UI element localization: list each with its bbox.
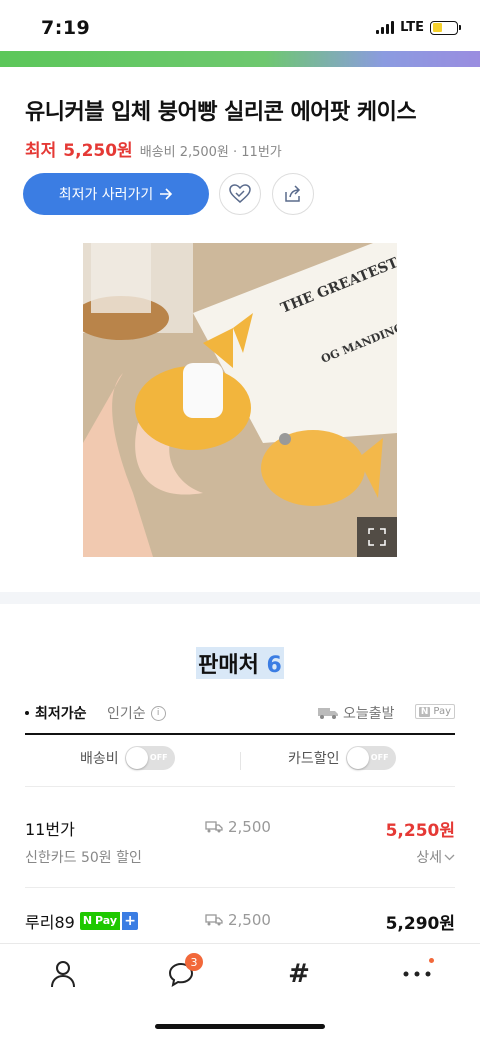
signal-icon: [376, 21, 395, 34]
card-discount-toggle[interactable]: OFF: [345, 746, 396, 770]
price-meta: 배송비 2,500원 · 11번가: [139, 145, 282, 160]
sort-bar: 최저가순 인기순 i 오늘출발 N Pay: [25, 703, 455, 723]
seller-name: 루리89: [25, 913, 75, 932]
price-line: 최저 5,250원 배송비 2,500원 · 11번가: [25, 136, 282, 161]
seller-name: 11번가: [25, 820, 75, 839]
seller-shipping-fee: 2,500: [228, 818, 271, 836]
notification-dot: [429, 958, 434, 963]
sellers-count: 6: [266, 653, 282, 678]
tab-hashtag[interactable]: #: [279, 958, 319, 990]
sort-divider: [25, 733, 455, 735]
tab-more[interactable]: [397, 958, 437, 990]
share-icon: [285, 185, 301, 202]
expand-image-button[interactable]: [357, 517, 397, 557]
today-ship-label: 오늘출발: [343, 706, 395, 722]
more-dots-icon: [403, 971, 431, 977]
chat-badge: 3: [185, 953, 203, 971]
seller-row[interactable]: 루리89 N Pay + 2,500 5,290원: [25, 909, 455, 943]
product-photo: THE GREATEST SALESMAN IN THE WORLD OG MA…: [83, 243, 397, 557]
truck-icon: [205, 821, 223, 833]
wishlist-button[interactable]: [219, 173, 261, 215]
arrow-right-icon: [160, 188, 173, 200]
sort-popular-label: 인기순: [107, 706, 146, 722]
filter-row: 배송비 OFF 카드할인 OFF: [25, 746, 455, 776]
tab-chat[interactable]: 3: [161, 953, 203, 990]
buy-lowest-button[interactable]: 최저가 사러가기: [23, 173, 209, 215]
filter-divider: [25, 786, 455, 787]
section-divider: [0, 592, 480, 604]
tab-profile[interactable]: [43, 958, 83, 990]
product-title: 유니커블 입체 붕어빵 실리콘 에어팟 케이스: [25, 100, 417, 125]
status-icons: LTE: [376, 20, 461, 35]
status-bar: 7:19 LTE: [0, 0, 480, 54]
seller-price: 5,250원: [385, 821, 455, 841]
shipping-toggle[interactable]: OFF: [124, 746, 175, 770]
card-discount-filter: 카드할인 OFF: [288, 746, 396, 770]
seller-card-discount: 신한카드 50원 할인: [25, 850, 142, 866]
seller-price: 5,290원: [385, 914, 455, 934]
npay-chip-text: Pay: [433, 706, 451, 717]
product-image[interactable]: THE GREATEST SALESMAN IN THE WORLD OG MA…: [83, 243, 397, 557]
lowest-price-value: 5,250원: [63, 141, 133, 161]
lowest-price-label: 최저: [25, 141, 57, 161]
npay-filter[interactable]: N Pay: [414, 704, 455, 719]
truck-icon: [318, 708, 338, 719]
sort-lowest-label: 최저가순: [35, 706, 87, 722]
card-discount-label: 카드할인: [288, 751, 340, 767]
person-icon: [51, 961, 75, 988]
battery-icon: [430, 20, 461, 35]
expand-icon: [368, 528, 386, 546]
share-button[interactable]: [272, 173, 314, 215]
shipping-filter: 배송비 OFF: [80, 746, 175, 770]
truck-icon: [205, 914, 223, 926]
chevron-down-icon: [444, 854, 455, 860]
seller-row[interactable]: 11번가 2,500 5,250원 신한카드 50원 할인 상세: [25, 816, 455, 876]
today-ship-filter[interactable]: 오늘출발: [317, 703, 395, 723]
bottom-tab-bar: 3 #: [0, 943, 480, 1039]
network-label: LTE: [400, 20, 424, 35]
sort-popular[interactable]: 인기순 i: [107, 703, 166, 723]
buy-lowest-label: 최저가 사러가기: [58, 187, 154, 203]
filter-separator: [240, 752, 241, 770]
seller-shipping: 2,500: [205, 911, 271, 929]
seller-name-wrap: 루리89 N Pay +: [25, 909, 139, 933]
npay-badge: N Pay +: [79, 912, 139, 930]
hashtag-icon: #: [288, 959, 310, 989]
home-indicator: [155, 1024, 325, 1029]
seller-detail-label: 상세: [416, 850, 442, 866]
sellers-heading-label: 판매처: [198, 653, 259, 678]
info-icon[interactable]: i: [150, 705, 166, 721]
status-time: 7:19: [41, 17, 91, 39]
shipping-filter-label: 배송비: [80, 751, 119, 767]
seller-detail-button[interactable]: 상세: [416, 847, 455, 867]
npay-chip-n: N: [418, 706, 431, 717]
seller-shipping: 2,500: [205, 818, 271, 836]
seller-shipping-fee: 2,500: [228, 911, 271, 929]
sellers-heading: 판매처 6: [0, 647, 480, 679]
sort-lowest-price[interactable]: 최저가순: [25, 703, 87, 723]
row-divider: [25, 887, 455, 888]
heart-check-icon: [229, 184, 251, 203]
gradient-header-bar: [0, 51, 480, 67]
